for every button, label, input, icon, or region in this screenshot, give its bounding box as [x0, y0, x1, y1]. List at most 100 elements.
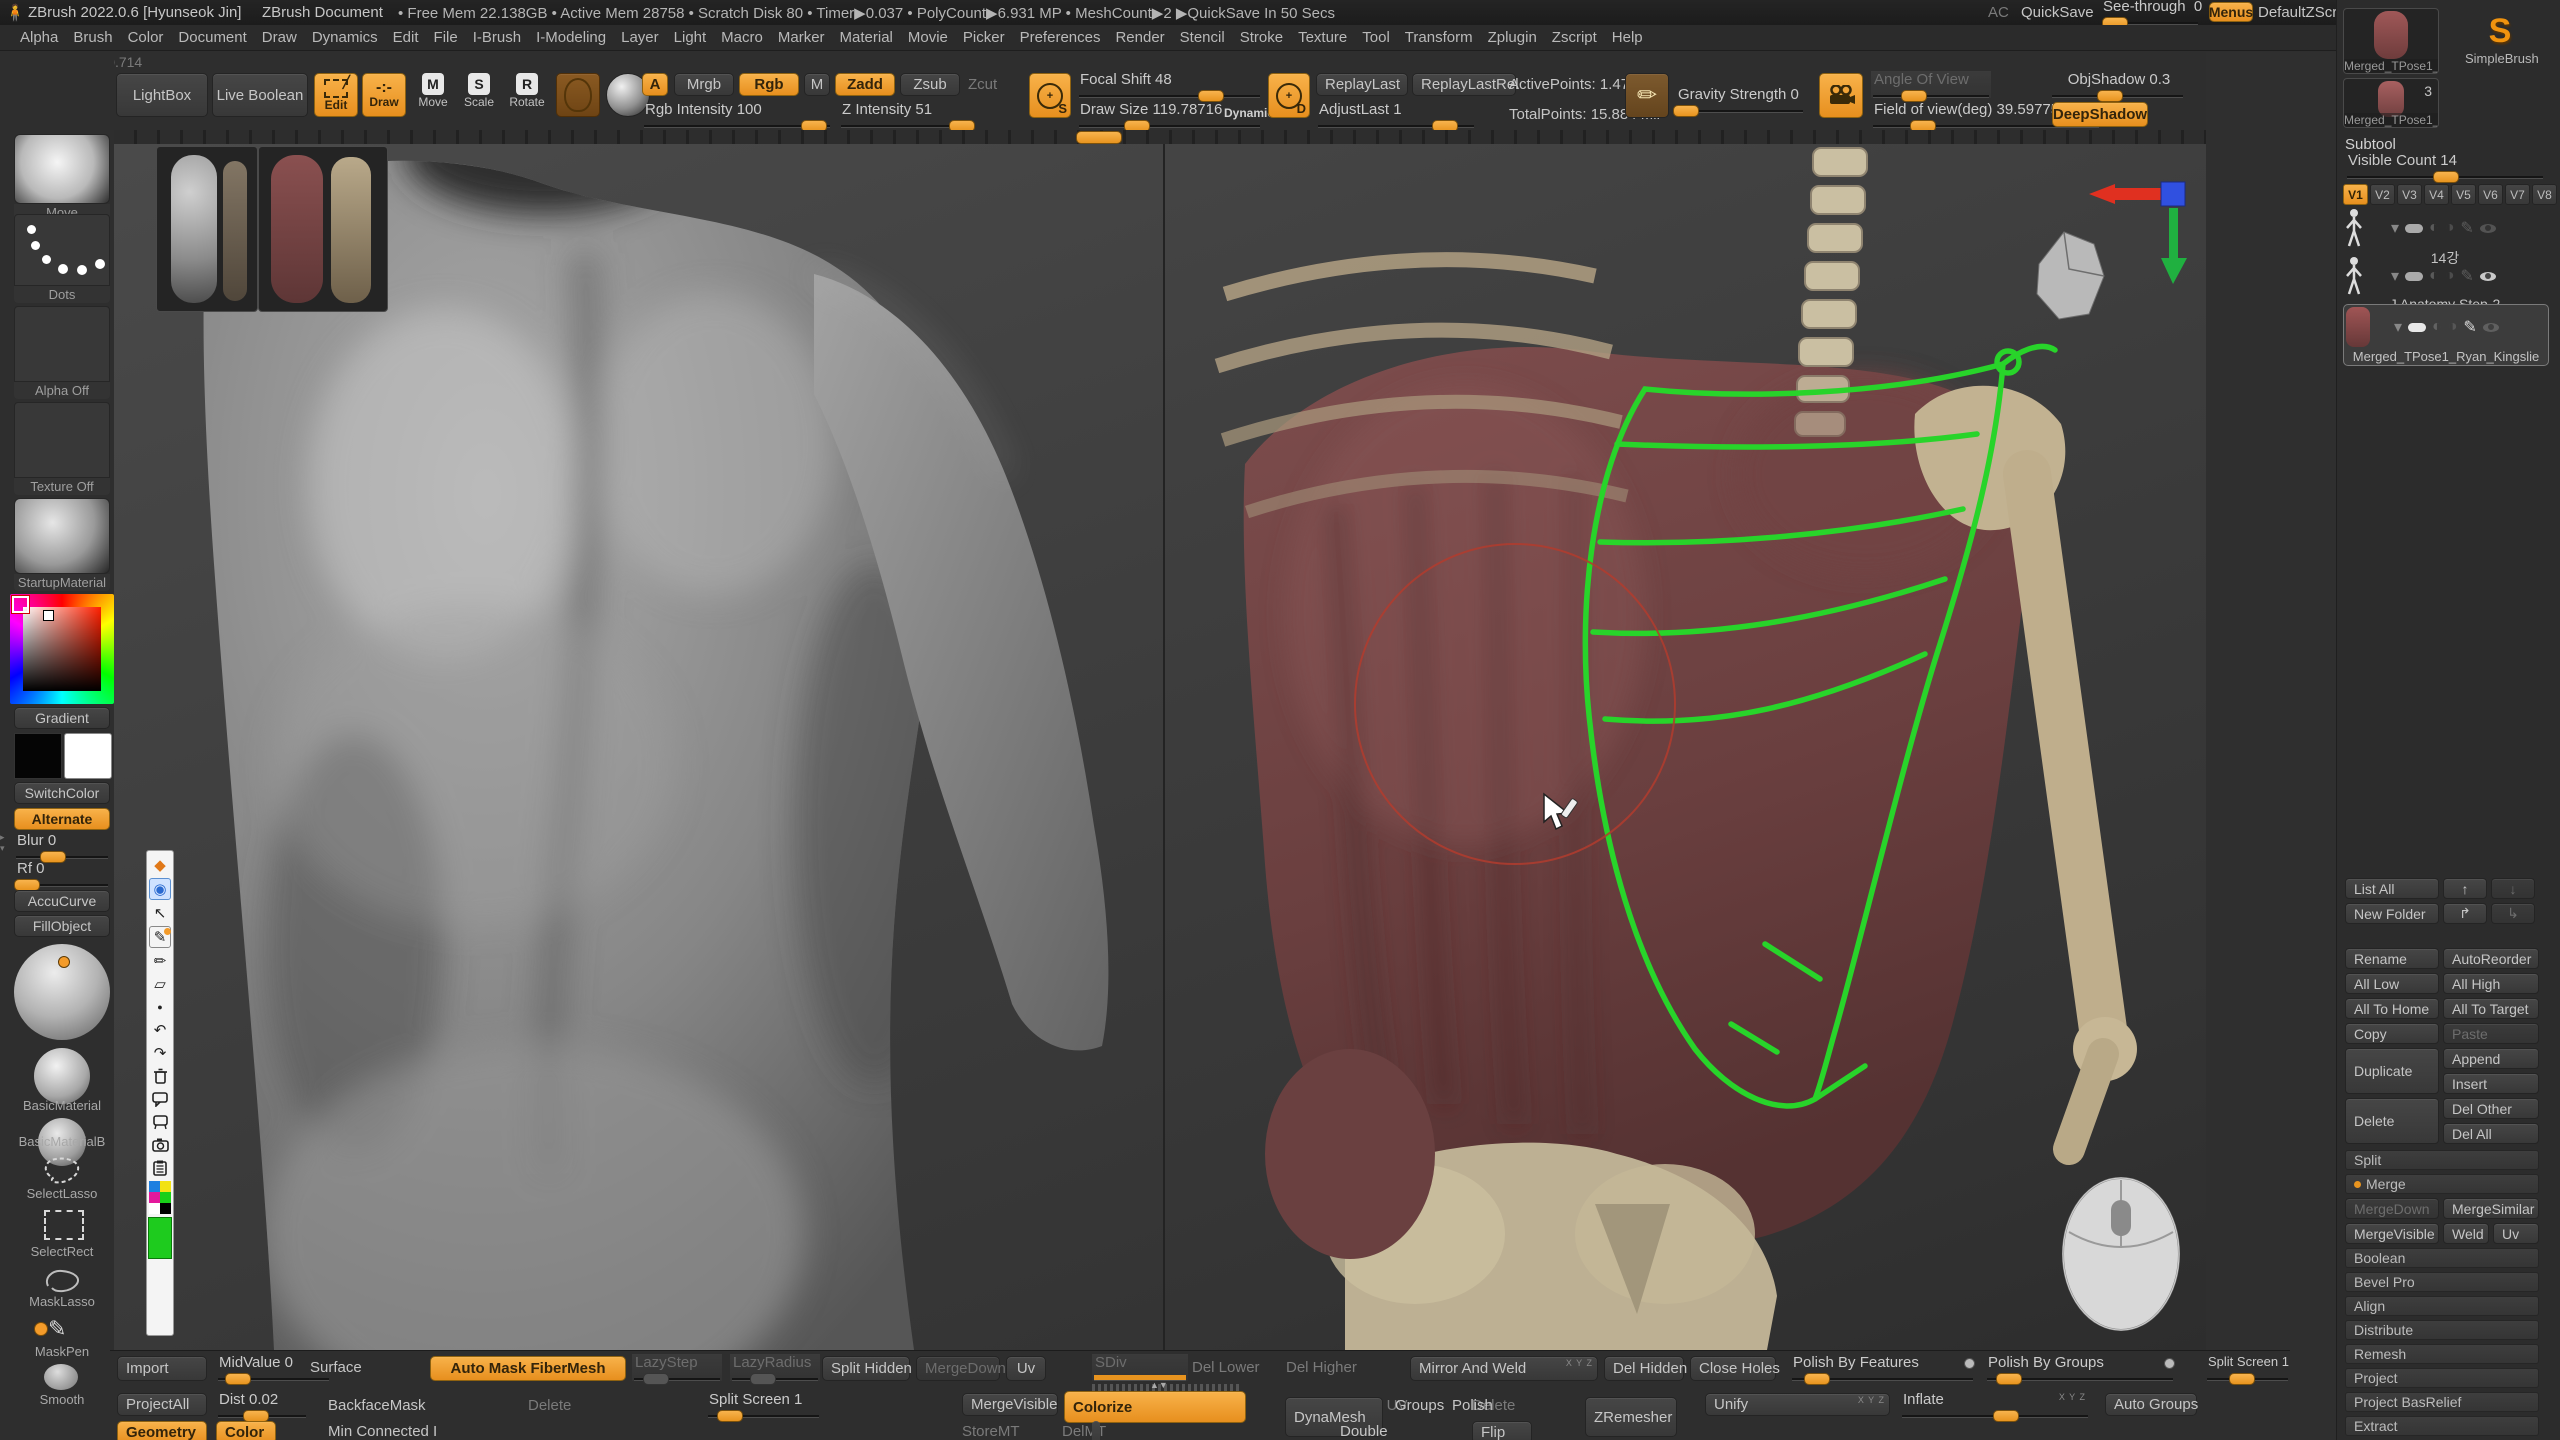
- select-rect-icon[interactable]: [44, 1210, 84, 1240]
- merge-section-header[interactable]: Merge: [2345, 1174, 2539, 1194]
- tab-v8[interactable]: V8: [2532, 184, 2557, 205]
- rgb-button[interactable]: Rgb: [739, 73, 799, 96]
- menu-layer[interactable]: Layer: [621, 29, 659, 46]
- texture-selector[interactable]: Texture Off: [14, 402, 110, 495]
- tab-v4[interactable]: V4: [2424, 184, 2449, 205]
- colorize-button[interactable]: Colorize: [1064, 1391, 1246, 1423]
- paintbrush-icon[interactable]: ✎: [2460, 218, 2473, 238]
- undo-icon[interactable]: ↶: [150, 1020, 170, 1040]
- camera-icon-button[interactable]: [1819, 73, 1863, 118]
- menu-light[interactable]: Light: [674, 29, 707, 46]
- marker-tool-icon[interactable]: ✏: [150, 951, 170, 971]
- pin-icon[interactable]: ◆: [150, 855, 170, 875]
- replay-last-rel-button[interactable]: ReplayLastRel: [1412, 73, 1516, 96]
- mask-pen-icon[interactable]: ✎: [48, 1316, 66, 1342]
- min-connected-button[interactable]: Min Connected I: [328, 1423, 437, 1440]
- menu-color[interactable]: Color: [128, 29, 164, 46]
- close-holes-button[interactable]: Close Holes: [1690, 1356, 1776, 1381]
- uv-bottom-button[interactable]: Uv: [1006, 1356, 1046, 1381]
- tool-thumbnail-2[interactable]: 3Merged_TPose1_: [2343, 78, 2439, 128]
- merge-similar-button[interactable]: MergeSimilar: [2443, 1198, 2539, 1219]
- merge-visible-bottom-button[interactable]: MergeVisible: [962, 1393, 1058, 1416]
- weld-button[interactable]: Weld: [2443, 1223, 2489, 1244]
- lazystep-slider[interactable]: LazyStep: [632, 1354, 722, 1381]
- smooth-icon[interactable]: [44, 1364, 78, 1390]
- move-mode-button[interactable]: MMove: [412, 73, 454, 109]
- copy-button[interactable]: Copy: [2345, 1023, 2439, 1044]
- duplicate-button[interactable]: Duplicate: [2345, 1048, 2439, 1094]
- auto-reorder-button[interactable]: AutoReorder: [2443, 948, 2539, 969]
- menu-ibrush[interactable]: I-Brush: [473, 29, 521, 46]
- tab-v7[interactable]: V7: [2505, 184, 2530, 205]
- draw-size-icon-button[interactable]: +D: [1268, 73, 1310, 118]
- auto-groups-button[interactable]: Auto Groups: [2105, 1393, 2197, 1416]
- color-picker[interactable]: [10, 594, 114, 704]
- anchor-a-button[interactable]: A: [642, 73, 668, 96]
- menu-texture[interactable]: Texture: [1298, 29, 1347, 46]
- dynamic-draw-size-toggle[interactable]: Dynamic: [1224, 106, 1274, 120]
- tab-v2[interactable]: V2: [2370, 184, 2395, 205]
- geometry-button[interactable]: Geometry: [117, 1421, 207, 1440]
- double-button[interactable]: Double: [1340, 1423, 1388, 1440]
- sdiv-slider[interactable]: SDiv: [1092, 1354, 1188, 1381]
- tab-v3[interactable]: V3: [2397, 184, 2422, 205]
- swatch-grid[interactable]: [149, 1181, 171, 1214]
- z-intensity-slider[interactable]: Z Intensity 51: [839, 101, 975, 128]
- paintbrush-icon[interactable]: ✎: [2463, 317, 2476, 337]
- insert-button[interactable]: Insert: [2443, 1073, 2539, 1094]
- flip-button[interactable]: Flip: [1472, 1421, 1532, 1440]
- switch-color-button[interactable]: SwitchColor: [14, 782, 110, 804]
- focal-shift-icon-button[interactable]: +S: [1029, 73, 1071, 118]
- bevel-pro-section-header[interactable]: Bevel Pro: [2345, 1272, 2539, 1292]
- color-button[interactable]: Color: [216, 1421, 276, 1440]
- del-all-button[interactable]: Del All: [2443, 1123, 2539, 1144]
- menu-imodeling[interactable]: I-Modeling: [536, 29, 606, 46]
- deep-shadow-button[interactable]: DeepShadow: [2052, 102, 2148, 127]
- align-section-header[interactable]: Align: [2345, 1296, 2539, 1316]
- tab-v1[interactable]: V1: [2343, 184, 2368, 205]
- menu-preferences[interactable]: Preferences: [1020, 29, 1101, 46]
- edit-mode-button[interactable]: ╱Edit: [314, 73, 358, 117]
- fill-object-button[interactable]: FillObject: [14, 915, 110, 937]
- reference-thumbnail-anatomy[interactable]: [258, 146, 388, 312]
- menu-stencil[interactable]: Stencil: [1180, 29, 1225, 46]
- subtool-header[interactable]: Subtool: [2345, 136, 2396, 153]
- subtool-down-button[interactable]: ↓: [2491, 878, 2535, 899]
- live-boolean-button[interactable]: Live Boolean: [212, 73, 308, 117]
- focal-shift-slider[interactable]: Focal Shift 48: [1077, 71, 1262, 98]
- project-section-header[interactable]: Project: [2345, 1368, 2539, 1388]
- projectall-button[interactable]: ProjectAll: [117, 1393, 207, 1416]
- menu-document[interactable]: Document: [178, 29, 246, 46]
- mask-lasso-icon[interactable]: [40, 1266, 84, 1296]
- gradient-button[interactable]: Gradient: [14, 707, 110, 729]
- mrgb-button[interactable]: Mrgb: [674, 73, 734, 96]
- split-section-header[interactable]: Split: [2345, 1150, 2539, 1170]
- mergedown-button[interactable]: MergeDown: [916, 1356, 1000, 1381]
- visible-count-slider[interactable]: Visible Count 14: [2345, 152, 2545, 179]
- project-basrelief-section-header[interactable]: Project BasRelief: [2345, 1392, 2539, 1412]
- split-screen-slider-bottom[interactable]: Split Screen 1: [2205, 1354, 2290, 1381]
- tab-v6[interactable]: V6: [2478, 184, 2503, 205]
- backfacemask-button[interactable]: BackfaceMask: [328, 1397, 426, 1414]
- adjust-last-slider[interactable]: AdjustLast 1: [1316, 101, 1476, 128]
- menu-alpha[interactable]: Alpha: [20, 29, 58, 46]
- merge-down-button[interactable]: MergeDown: [2345, 1198, 2439, 1219]
- reference-thumbnail-gray[interactable]: [156, 146, 258, 312]
- storemt-button[interactable]: StoreMT: [962, 1423, 1020, 1440]
- menu-macro[interactable]: Macro: [721, 29, 763, 46]
- sculpt-canvas[interactable]: ◆ ◉ ↖ ✎ ✏ ▱ ● ↶ ↷: [114, 144, 2206, 1350]
- polish-by-features-slider[interactable]: Polish By Features: [1790, 1354, 1975, 1381]
- stroke-type-dots[interactable]: Dots: [14, 214, 110, 303]
- del-other-button[interactable]: Del Other: [2443, 1098, 2539, 1119]
- all-low-button[interactable]: All Low: [2345, 973, 2439, 994]
- eraser-tool-icon[interactable]: ▱: [150, 974, 170, 994]
- uv-icon[interactable]: ◐: [2429, 219, 2439, 237]
- select-lasso-icon[interactable]: [40, 1154, 84, 1188]
- visibility-icon[interactable]: [2480, 224, 2496, 233]
- menu-transform[interactable]: Transform: [1405, 29, 1473, 46]
- uv-icon[interactable]: ◐: [2429, 267, 2439, 285]
- new-folder-button[interactable]: New Folder: [2345, 903, 2439, 924]
- color-sphere-picker[interactable]: [14, 944, 110, 1040]
- extract-section-header[interactable]: Extract: [2345, 1416, 2539, 1436]
- draw-mode-button[interactable]: -:-Draw: [362, 73, 406, 117]
